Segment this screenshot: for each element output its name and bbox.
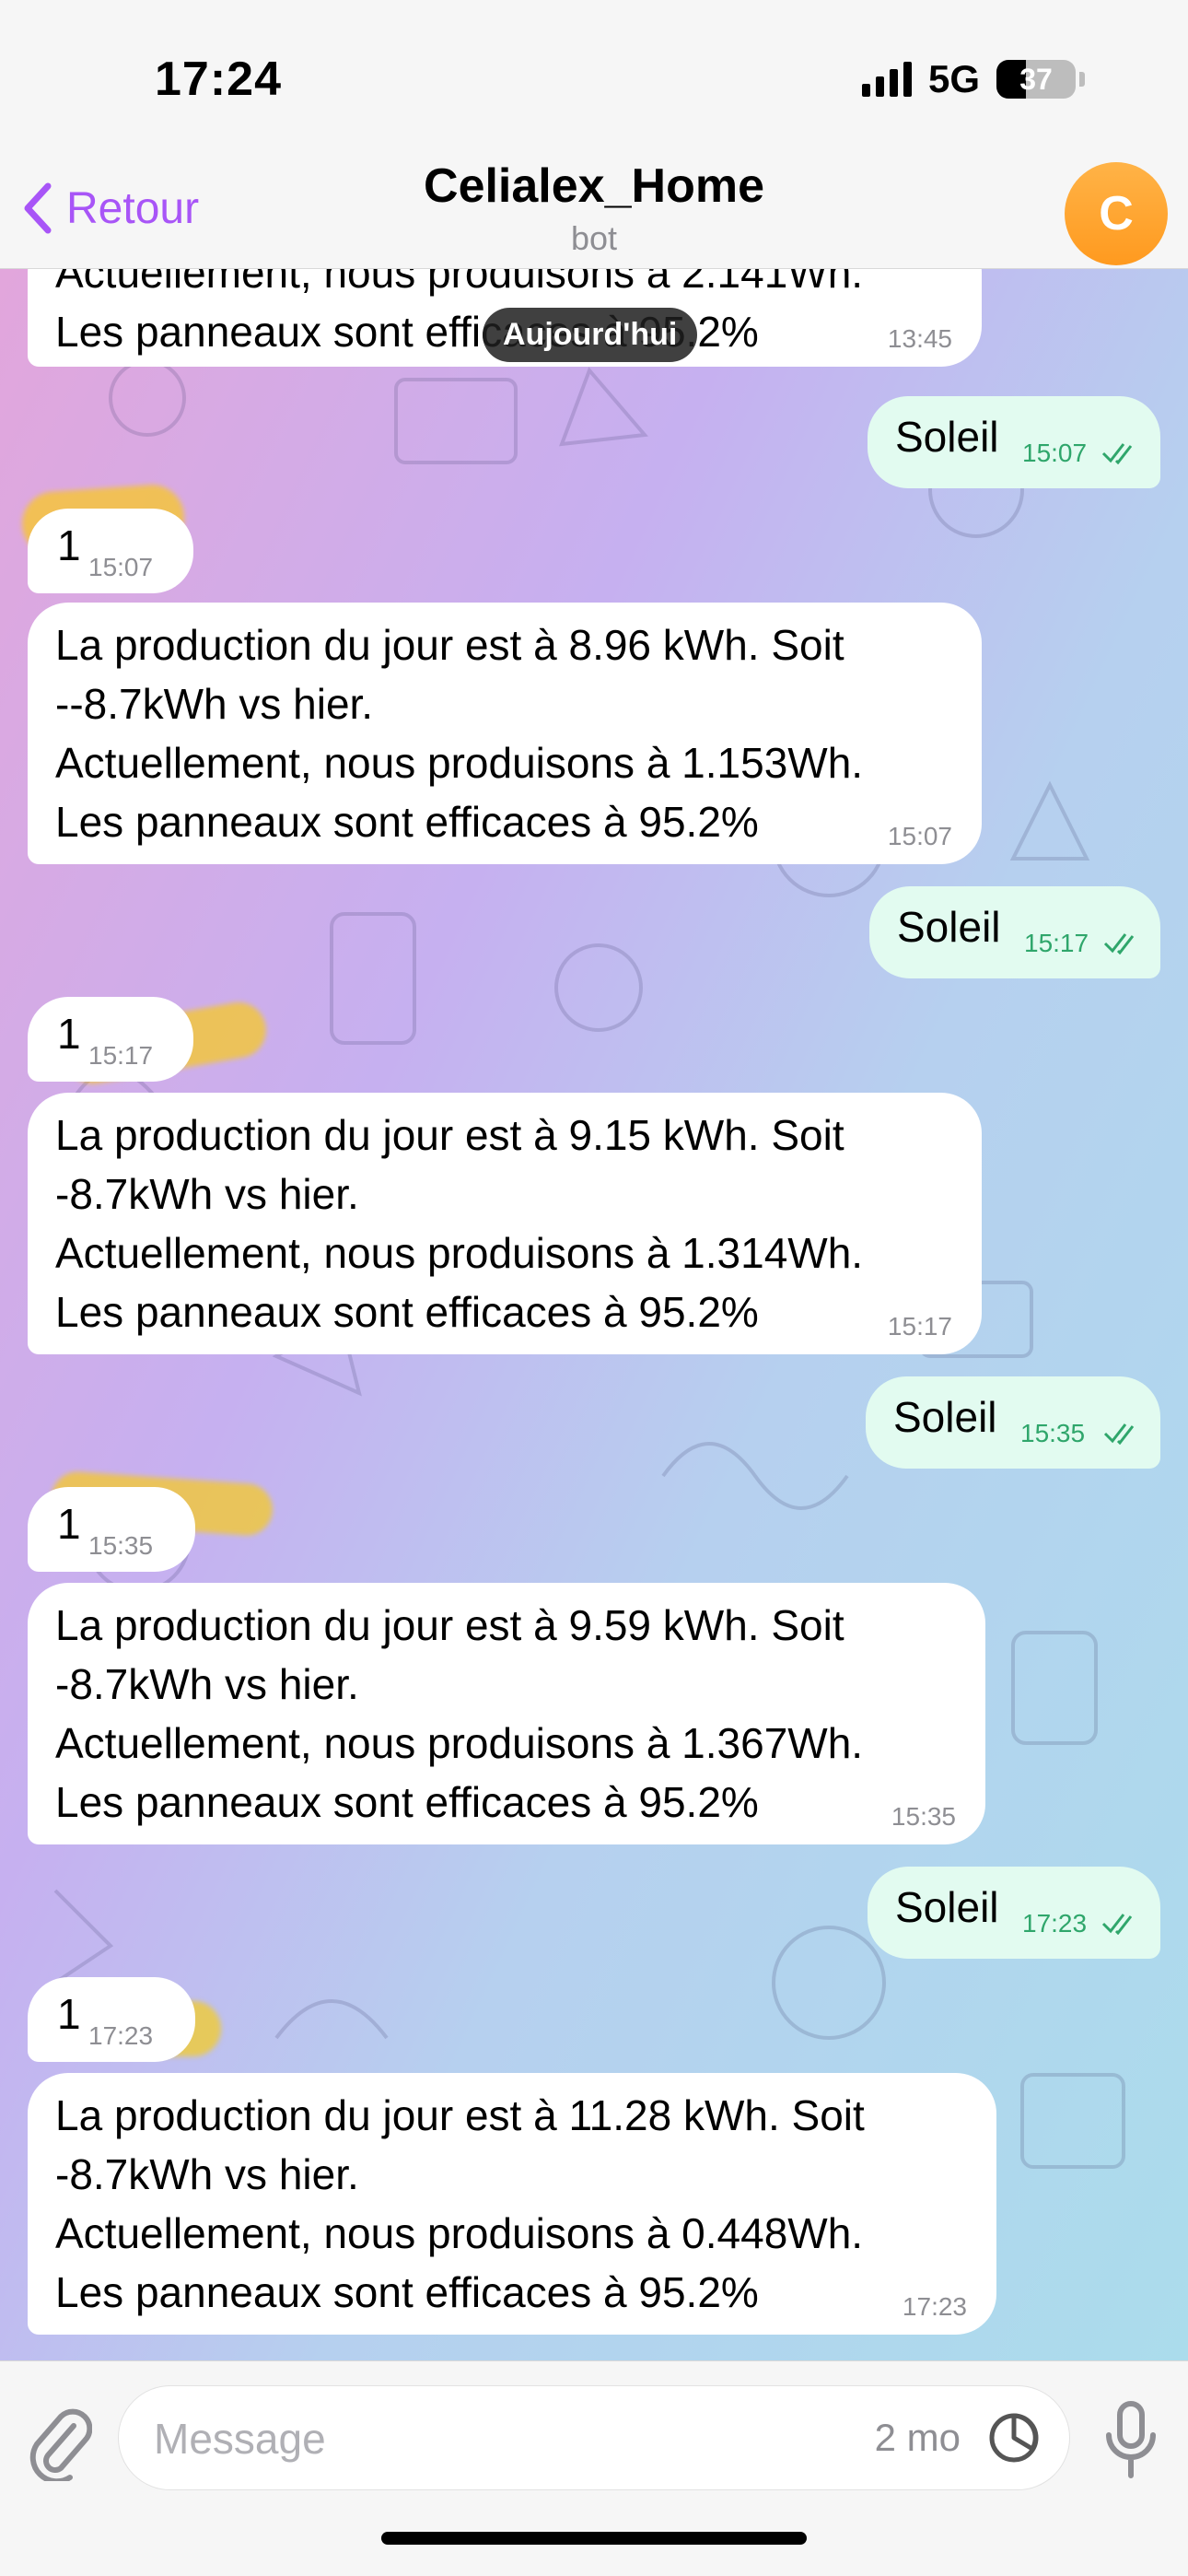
outgoing-message[interactable]: Soleil 15:17: [869, 886, 1160, 978]
timer-icon[interactable]: [986, 2410, 1042, 2465]
outgoing-message[interactable]: Soleil 17:23: [868, 1867, 1160, 1959]
production-report-message[interactable]: La production du jour est à 8.96 kWh. So…: [28, 603, 982, 864]
date-pill: Aujourd'hui: [483, 308, 698, 362]
production-report-message[interactable]: La production du jour est à 9.15 kWh. So…: [28, 1093, 982, 1354]
home-indicator[interactable]: [381, 2532, 807, 2545]
message-time: 15:35: [88, 1531, 154, 1560]
chat-subtitle: bot: [570, 219, 618, 257]
message-time: 15:17: [88, 1041, 154, 1070]
message-time: 15:17: [887, 1312, 952, 1341]
top-bar: 17:24 5G 37 Retour Celialex_Home bot C: [0, 0, 1188, 269]
message-time: 15:07: [88, 553, 154, 581]
chat-title-block[interactable]: Celialex_Home bot: [0, 158, 1188, 258]
message-time: 17:23: [1022, 1909, 1088, 1938]
message-time: 17:23: [88, 2021, 154, 2050]
message-text: La production du jour est à 11.28 kWh. S…: [55, 2091, 865, 2316]
microphone-icon[interactable]: [1101, 2398, 1160, 2481]
battery-percent: 37: [1019, 62, 1053, 96]
message-time: 15:35: [1020, 1419, 1086, 1447]
incoming-short-message[interactable]: 1 15:17: [28, 997, 193, 1082]
message-field[interactable]: 2 mo: [118, 2385, 1070, 2490]
message-time: 15:17: [1024, 929, 1089, 957]
status-icons: 5G 37: [861, 57, 1085, 101]
battery-tip: [1079, 72, 1085, 87]
double-check-icon: [1103, 933, 1135, 954]
message-time: 15:35: [891, 1802, 956, 1831]
auto-delete-timer-label[interactable]: 2 mo: [875, 2416, 961, 2460]
message-text: Actuellement, nous produisons à 2.141Wh.: [55, 269, 864, 297]
incoming-short-message[interactable]: 1 15:07: [28, 509, 193, 593]
message-time: 13:45: [887, 324, 952, 353]
message-time: 15:07: [887, 822, 952, 850]
paperclip-icon[interactable]: [26, 2398, 92, 2481]
cellular-signal-icon: [861, 62, 912, 97]
outgoing-message[interactable]: Soleil 15:07: [868, 396, 1160, 488]
status-time: 17:24: [155, 53, 282, 106]
message-time: 15:07: [1022, 439, 1088, 467]
message-text: La production du jour est à 9.59 kWh. So…: [55, 1601, 864, 1826]
chat-area[interactable]: Actuellement, nous produisons à 2.141Wh.…: [0, 269, 1188, 2360]
incoming-short-message[interactable]: 1 15:35: [28, 1487, 195, 1572]
production-report-message[interactable]: La production du jour est à 11.28 kWh. S…: [28, 2073, 996, 2335]
outgoing-message[interactable]: Soleil 15:35: [866, 1376, 1160, 1469]
incoming-short-message[interactable]: 1 17:23: [28, 1977, 195, 2062]
message-text: La production du jour est à 8.96 kWh. So…: [55, 621, 864, 846]
production-report-message[interactable]: La production du jour est à 9.59 kWh. So…: [28, 1583, 985, 1844]
chat-title: Celialex_Home: [424, 159, 764, 213]
double-check-icon: [1101, 443, 1133, 464]
avatar[interactable]: C: [1065, 162, 1168, 265]
double-check-icon: [1103, 1423, 1135, 1445]
message-text: La production du jour est à 9.15 kWh. So…: [55, 1111, 864, 1336]
network-type: 5G: [927, 57, 980, 100]
battery-icon: 37: [996, 60, 1076, 99]
double-check-icon: [1101, 1914, 1133, 1935]
message-input[interactable]: [154, 2406, 891, 2471]
message-time: 17:23: [902, 2292, 967, 2321]
